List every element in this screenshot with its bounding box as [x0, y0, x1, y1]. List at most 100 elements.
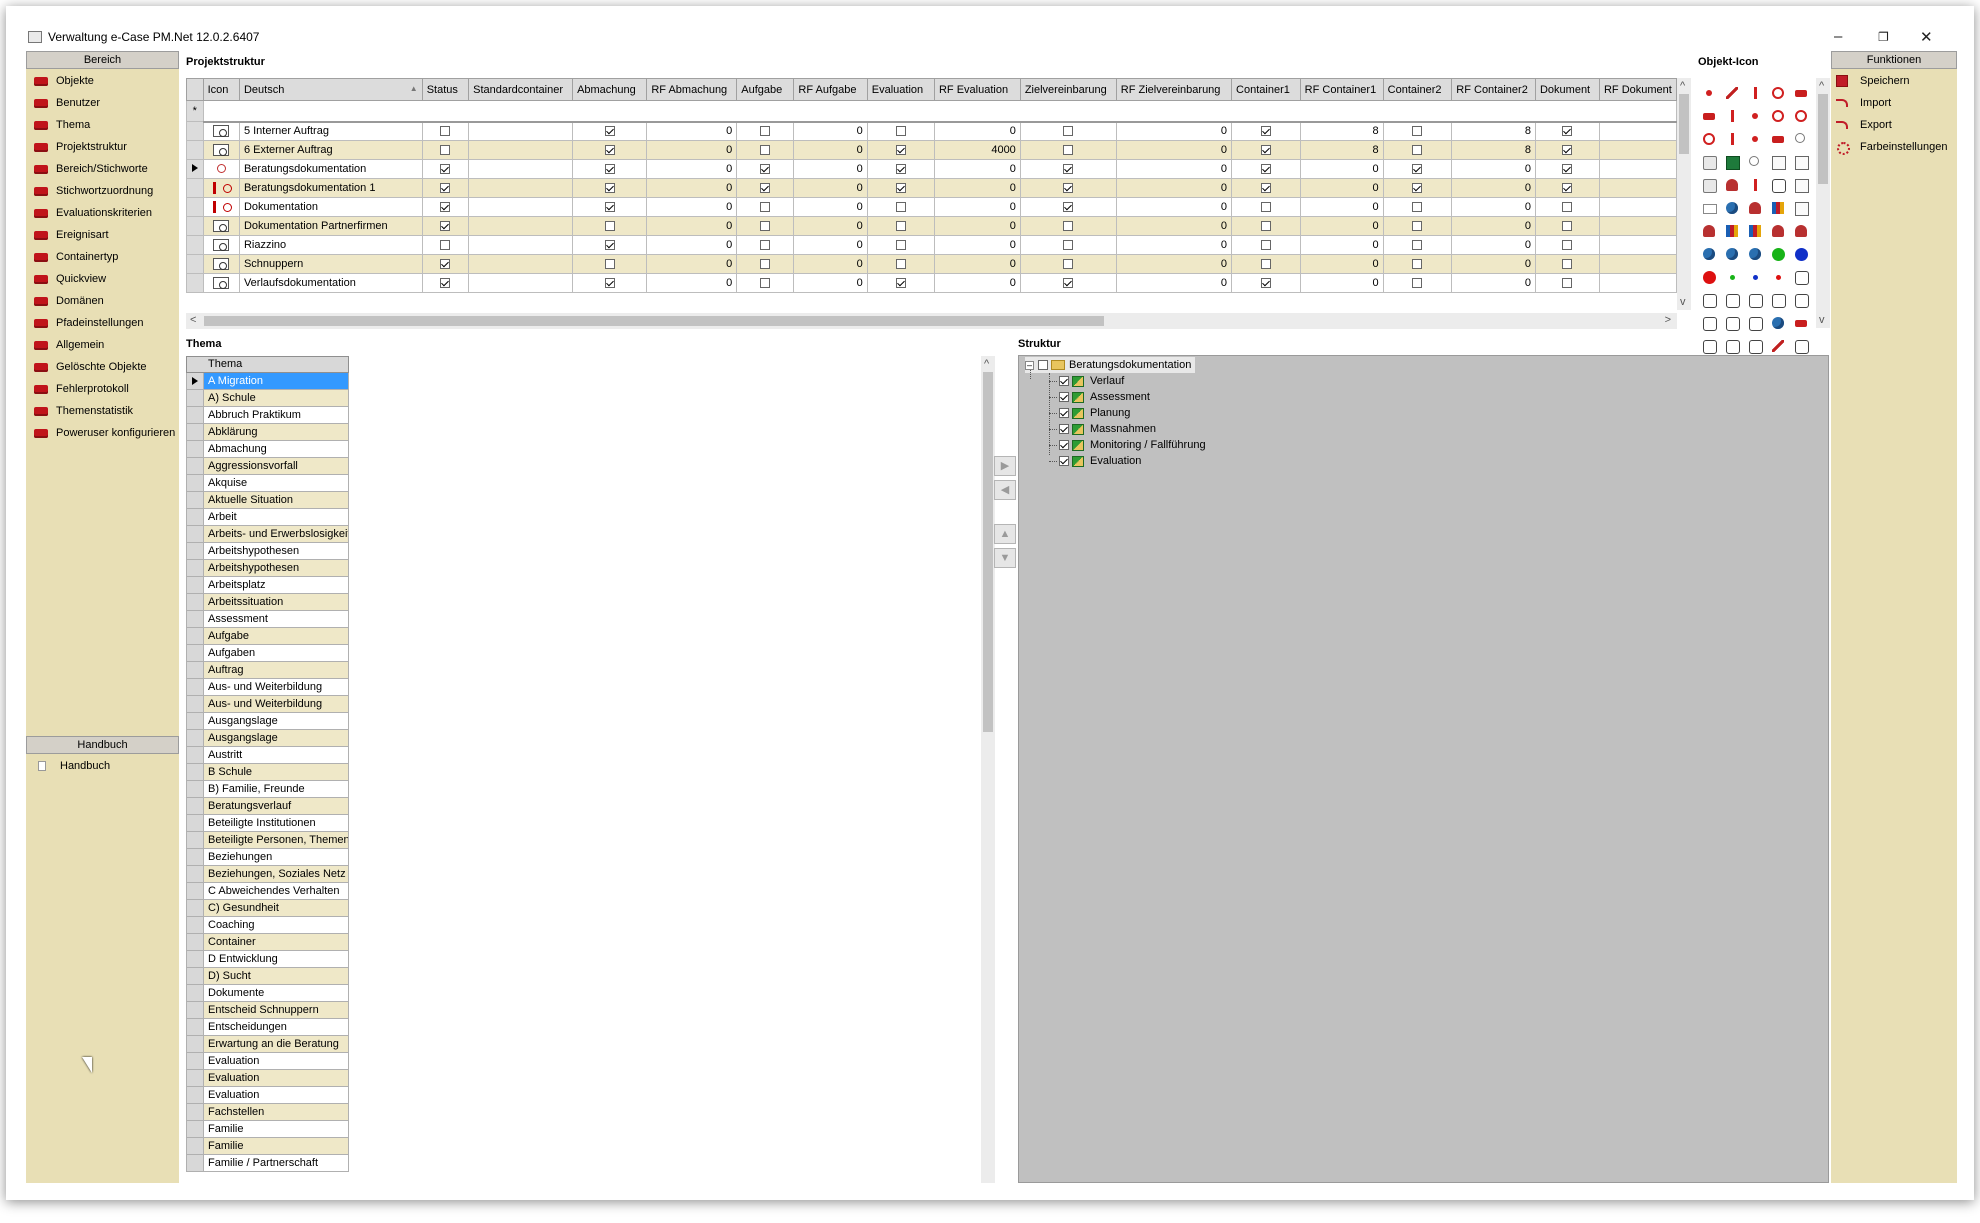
table-cell[interactable] — [421, 273, 470, 293]
number-cell[interactable]: 0 — [1115, 235, 1233, 255]
checkbox[interactable] — [760, 164, 771, 175]
table-cell[interactable] — [1382, 254, 1453, 274]
table-cell[interactable] — [736, 216, 795, 236]
number-cell[interactable]: 8 — [1299, 140, 1384, 160]
cloud-icon[interactable] — [1790, 289, 1813, 312]
table-cell[interactable] — [1534, 159, 1600, 179]
ring-icon[interactable] — [1767, 82, 1790, 105]
column-header[interactable]: Zielvereinbarung — [1019, 78, 1117, 101]
bar-icon[interactable] — [1790, 82, 1813, 105]
number-cell[interactable]: 0 — [646, 121, 738, 141]
collapse-toggle[interactable]: – — [1025, 360, 1034, 370]
checkbox[interactable] — [1063, 145, 1074, 156]
sidebar-item-handbuch[interactable]: Handbuch — [34, 756, 110, 776]
table-cell[interactable] — [202, 216, 240, 236]
tree-checkbox[interactable] — [1059, 440, 1069, 450]
table-cell[interactable] — [1598, 216, 1677, 236]
column-header[interactable]: Status — [421, 78, 470, 101]
number-cell[interactable]: 0 — [933, 273, 1021, 293]
list-item[interactable]: Entscheid Schnuppern — [186, 1002, 349, 1019]
checkbox[interactable] — [1260, 145, 1271, 156]
row-header[interactable] — [187, 713, 204, 729]
row-header[interactable] — [187, 458, 204, 474]
row-header[interactable] — [187, 985, 204, 1001]
list-item[interactable]: Akquise — [186, 475, 349, 492]
table-cell[interactable] — [1598, 178, 1677, 198]
checkbox[interactable] — [1412, 183, 1423, 194]
table-cell[interactable] — [1231, 216, 1301, 236]
grid-vscroll[interactable]: ^ v — [1677, 78, 1691, 310]
row-header[interactable] — [187, 764, 204, 780]
table-cell[interactable] — [1231, 273, 1301, 293]
checkbox[interactable] — [1562, 202, 1573, 213]
list-item[interactable]: B Schule — [186, 764, 349, 781]
tree-child[interactable]: Evaluation — [1049, 453, 1141, 469]
list-item[interactable]: Entscheidungen — [186, 1019, 349, 1036]
pin-icon[interactable] — [1721, 105, 1744, 128]
row-header[interactable] — [187, 1104, 204, 1120]
row-header[interactable] — [187, 645, 204, 661]
sidebar-item-geloeschte-objekte[interactable]: Gelöschte Objekte — [34, 357, 147, 377]
table-cell[interactable] — [866, 159, 935, 179]
list-item[interactable]: Beziehungen, Soziales Netz — [186, 866, 349, 883]
number-cell[interactable]: 0 — [933, 121, 1021, 141]
table-cell[interactable] — [1534, 178, 1600, 198]
ring-icon[interactable] — [1767, 105, 1790, 128]
scroll-up-arrow[interactable]: ^ — [1680, 80, 1685, 92]
list-item[interactable]: Erwartung an die Beratung — [186, 1036, 349, 1053]
checkbox[interactable] — [895, 145, 906, 156]
checkbox[interactable] — [1260, 164, 1271, 175]
tree-checkbox[interactable] — [1059, 424, 1069, 434]
table-cell[interactable] — [1598, 140, 1677, 160]
number-cell[interactable]: 0 — [793, 178, 868, 198]
checkbox[interactable] — [604, 240, 615, 251]
name-cell[interactable]: 6 Externer Auftrag — [238, 140, 423, 160]
tree-checkbox[interactable] — [1059, 376, 1069, 386]
checkbox[interactable] — [895, 240, 906, 251]
checkbox[interactable] — [1412, 278, 1423, 289]
eraser-icon[interactable] — [1744, 128, 1767, 151]
checkbox[interactable] — [760, 259, 771, 270]
row-header[interactable] — [187, 730, 204, 746]
table-cell[interactable] — [1598, 121, 1677, 141]
checkbox[interactable] — [1260, 221, 1271, 232]
lips-icon[interactable] — [1767, 128, 1790, 151]
tree-child[interactable]: Assessment — [1049, 389, 1150, 405]
table-cell[interactable] — [202, 235, 240, 255]
name-cell[interactable]: Verlaufsdokumentation — [238, 273, 423, 293]
sidebar-item-evaluationskriterien[interactable]: Evaluationskriterien — [34, 203, 152, 223]
checkbox[interactable] — [604, 221, 615, 232]
table-cell[interactable] — [202, 273, 240, 293]
tree-checkbox[interactable] — [1038, 360, 1048, 370]
table-cell[interactable] — [1598, 235, 1677, 255]
move-left-button[interactable]: ◀ — [994, 480, 1016, 500]
number-cell[interactable]: 0 — [646, 178, 738, 198]
table-cell[interactable] — [572, 216, 648, 236]
table-cell[interactable] — [1019, 235, 1117, 255]
table-cell[interactable] — [468, 197, 574, 217]
checkbox[interactable] — [760, 183, 771, 194]
checkbox[interactable] — [760, 126, 771, 137]
funktionen-header[interactable]: Funktionen — [1831, 51, 1957, 69]
row-header[interactable] — [187, 373, 204, 389]
checkbox[interactable] — [895, 259, 906, 270]
new-row[interactable] — [202, 100, 1677, 123]
table-cell[interactable] — [572, 235, 648, 255]
checkbox[interactable] — [440, 240, 451, 251]
column-header[interactable]: RF Container1 — [1299, 78, 1384, 101]
scroll-down-arrow[interactable]: v — [1680, 296, 1686, 308]
number-cell[interactable]: 0 — [646, 140, 738, 160]
tree-root[interactable]: – Beratungsdokumentation — [1025, 357, 1196, 373]
number-cell[interactable]: 8 — [1451, 121, 1536, 141]
number-cell[interactable]: 0 — [1451, 159, 1536, 179]
table-cell[interactable] — [736, 254, 795, 274]
export-button[interactable]: Export — [1836, 115, 1892, 135]
person-icon[interactable] — [1698, 220, 1721, 243]
row-header[interactable] — [187, 781, 204, 797]
number-cell[interactable]: 0 — [933, 178, 1021, 198]
row-header[interactable] — [186, 235, 204, 255]
table-cell[interactable] — [1019, 197, 1117, 217]
table-cell[interactable] — [468, 235, 574, 255]
close-button[interactable]: ✕ — [1920, 28, 1933, 46]
checkbox[interactable] — [1562, 278, 1573, 289]
